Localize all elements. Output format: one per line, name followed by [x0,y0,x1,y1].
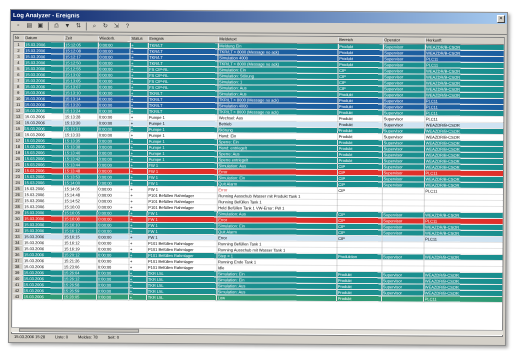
table-body: 1 15.03.2006 15:12:05 0:00:00 + TKR/LT Meldung… [12,41,505,303]
help-icon[interactable]: ? [123,23,132,31]
status-filter: Meldes: 78 [78,333,98,340]
table-cell: 15.03.2006 [22,293,63,300]
table-cell [381,295,424,302]
sort-icon[interactable]: ⇅ [74,22,83,30]
event-log-grid: Nr Datum Zeit Wiederh. Status Ereignis Meldete… [11,34,505,338]
status-date: 15.03.2006 15:28 [13,333,46,339]
status-page: Seit: 0 [107,334,119,340]
event-table: Nr Datum Zeit Wiederh. Status Ereignis Meldete… [12,35,505,303]
export-icon[interactable]: ⇲ [112,23,121,31]
table-cell: + [128,293,147,300]
open-icon[interactable]: ▤ [25,22,34,30]
table-cell: Produkt [336,294,382,302]
screenshot-frame: Log Analyzer - Ereignis × ▫ ▤ ▣ ⎙ ▼ ⇅ ⌕ … [0,0,515,351]
table-cell: Low [216,294,337,301]
table-cell: PLC11 [423,295,505,303]
toolbar: ▫ ▤ ▣ ⎙ ▼ ⇅ ⌕ ↻ ⇲ ? [10,21,507,36]
table-cell: TKR L5L [146,293,217,301]
save-icon[interactable]: ▣ [36,22,45,30]
print-icon[interactable]: ⎙ [52,22,61,30]
refresh-icon[interactable]: ↻ [101,23,110,31]
filter-icon[interactable]: ▼ [63,22,72,30]
toolbar-separator [85,22,87,31]
table-cell: 15:28:05 [62,293,97,300]
app-window: Log Analyzer - Ereignis × ▫ ▤ ▣ ⎙ ▼ ⇅ ⌕ … [7,9,508,347]
new-icon[interactable]: ▫ [14,22,23,30]
table-cell: 0:00:00 [96,293,129,300]
close-icon[interactable]: × [496,14,505,23]
toolbar-separator [47,22,49,31]
row-number: 43 [12,293,23,300]
window-title: Log Analyzer - Ereignis [12,12,80,19]
status-bar: 15.03.2006 15:28 Liste: 0 Meldes: 78 Sei… [11,332,503,343]
find-icon[interactable]: ⌕ [90,22,99,30]
status-count: Liste: 0 [55,333,69,339]
